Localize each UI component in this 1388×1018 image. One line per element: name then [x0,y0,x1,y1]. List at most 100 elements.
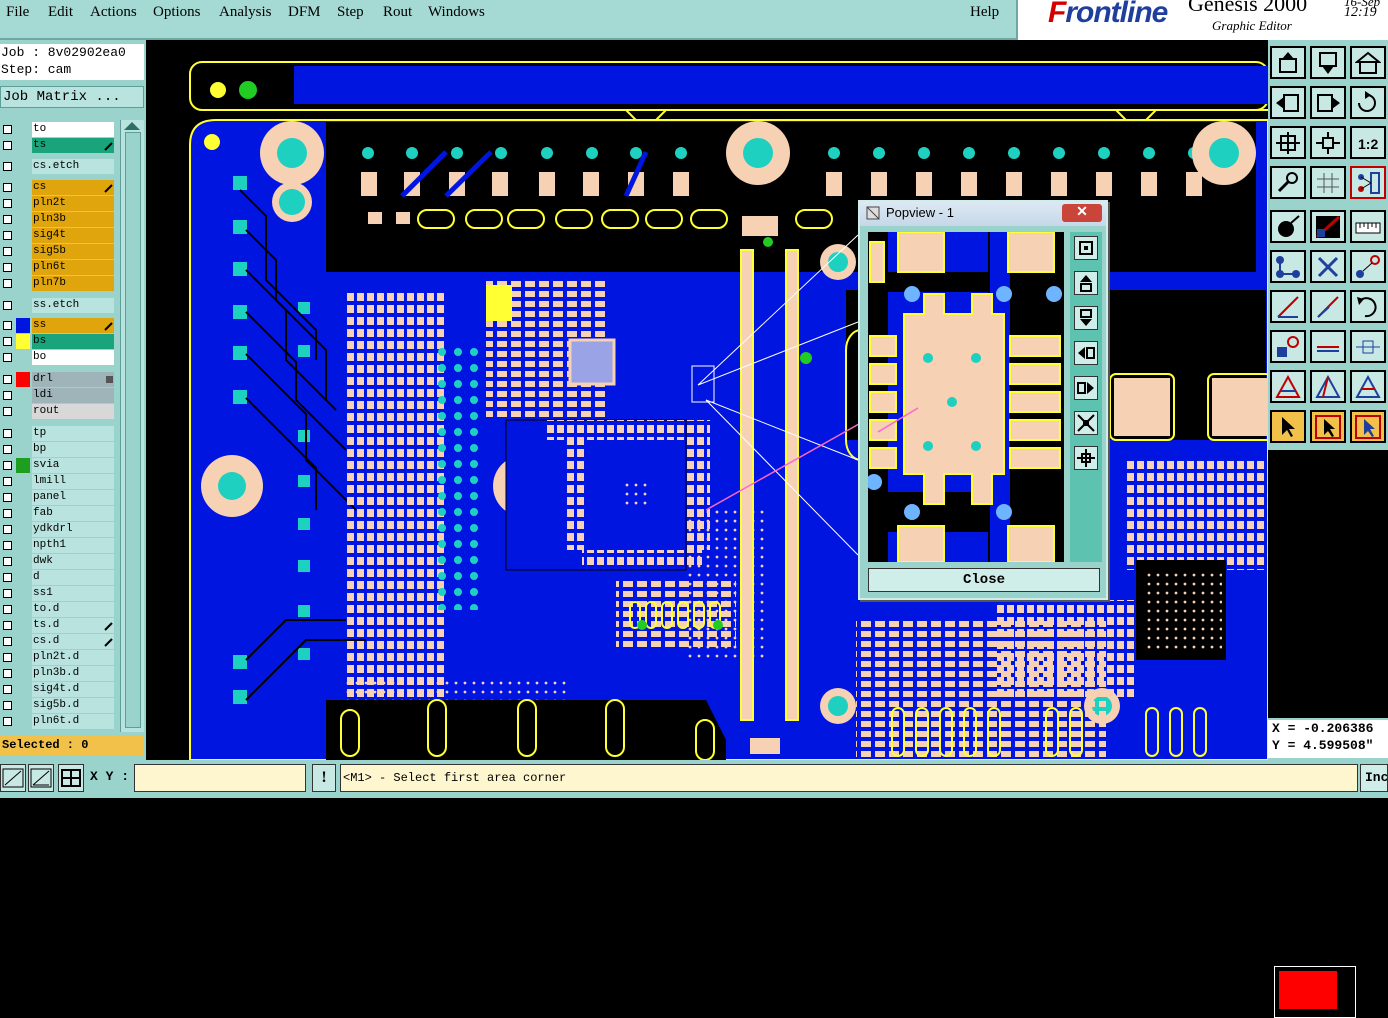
layer-name[interactable]: sig4t.d [32,682,114,697]
layer-checkbox[interactable] [3,125,12,134]
layer-checkbox[interactable] [3,525,12,534]
select-net-button[interactable] [1350,410,1386,443]
layer-checkbox[interactable] [3,141,12,150]
drill-select-button[interactable] [1270,210,1306,243]
triangle-tool-2-button[interactable] [1310,370,1346,403]
layer-name[interactable]: to [32,122,114,137]
layer-checkbox[interactable] [3,353,12,362]
layer-row[interactable]: tp [0,426,118,441]
layer-name[interactable]: pln6t.d [32,714,114,729]
menu-actions[interactable]: Actions [90,4,137,21]
layer-name[interactable]: fab [32,506,114,521]
popview-zoom-view[interactable] [868,232,1064,562]
zoom-ratio-button[interactable]: 1:2 [1350,126,1386,159]
scroll-thumb[interactable] [125,132,141,728]
layer-name[interactable]: npth1 [32,538,114,553]
layer-name[interactable]: sig5b [32,244,114,259]
layer-checkbox[interactable] [3,589,12,598]
layer-checkbox[interactable] [3,541,12,550]
home-view-button[interactable] [1350,46,1386,79]
pan-left-tool-button[interactable] [1270,86,1306,119]
layer-row[interactable]: drl [0,372,118,387]
layer-checkbox[interactable] [3,199,12,208]
layer-name[interactable]: sig4t [32,228,114,243]
layer-name[interactable]: ts [32,138,114,153]
layer-row[interactable]: dwk [0,554,118,569]
popview-zoom-out-button[interactable] [1074,446,1098,470]
undo-arc-button[interactable] [1350,290,1386,323]
layer-name[interactable]: ydkdrl [32,522,114,537]
layer-row[interactable]: sig5b [0,244,118,259]
layer-row[interactable]: bo [0,350,118,365]
layer-row[interactable]: sig4t [0,228,118,243]
layer-name[interactable]: cs.etch [32,159,114,174]
layer-checkbox[interactable] [3,637,12,646]
layer-row[interactable]: ss.etch [0,298,118,313]
layer-scrollbar[interactable] [120,120,144,732]
line-tool-blue-button[interactable] [1310,290,1346,323]
layer-row[interactable]: svia [0,458,118,473]
popview-pan-up-button[interactable] [1074,271,1098,295]
scroll-up-icon[interactable] [121,121,143,131]
menu-windows[interactable]: Windows [428,4,485,21]
redraw-button[interactable] [1350,86,1386,119]
layer-checkbox[interactable] [3,621,12,630]
layer-row[interactable]: pln6t [0,260,118,275]
layer-name[interactable]: pln2t.d [32,650,114,665]
layer-checkbox[interactable] [3,247,12,256]
add-net-button[interactable] [1270,250,1306,283]
layer-row[interactable]: cs.etch [0,159,118,174]
layer-name[interactable]: pln2t [32,196,114,211]
layer-row[interactable]: pln6t.d [0,714,118,729]
layer-color-swatch[interactable] [16,318,30,333]
layer-name[interactable]: rout [32,404,114,419]
layer-name[interactable]: cs.d [32,634,114,649]
layer-row[interactable]: ydkdrl [0,522,118,537]
layer-row[interactable]: sig4t.d [0,682,118,697]
layer-row[interactable]: ldi [0,388,118,403]
layer-name[interactable]: sig5b.d [32,698,114,713]
color-pick-button[interactable] [1310,210,1346,243]
layer-color-swatch[interactable] [16,458,30,473]
popview-window[interactable]: Popview - 1 ✕ Close [858,200,1108,600]
select-arrow-button[interactable] [1270,410,1306,443]
layer-row[interactable]: pln3b [0,212,118,227]
layer-name[interactable]: bp [32,442,114,457]
layer-name[interactable]: bs [32,334,114,349]
menu-options[interactable]: Options [153,4,201,21]
xy-input[interactable] [134,764,306,792]
popview-zoom-in-button[interactable] [1074,411,1098,435]
layer-checkbox[interactable] [3,557,12,566]
layer-checkbox[interactable] [3,685,12,694]
layer-checkbox[interactable] [3,701,12,710]
popview-pan-left-button[interactable] [1074,341,1098,365]
snap-angle-button[interactable] [28,764,54,792]
layer-row[interactable]: ts [0,138,118,153]
layer-checkbox[interactable] [3,493,12,502]
layer-name[interactable]: dwk [32,554,114,569]
layer-name[interactable]: panel [32,490,114,505]
dimension-tool-button[interactable] [1350,330,1386,363]
layer-checkbox[interactable] [3,231,12,240]
layer-checkbox[interactable] [3,477,12,486]
zoom-out-tool-button[interactable] [1310,126,1346,159]
measure-tool-button[interactable] [1270,166,1306,199]
layer-row[interactable]: to [0,122,118,137]
layer-row[interactable]: pln2t [0,196,118,211]
layer-name[interactable]: pln3b [32,212,114,227]
triangle-tool-3-button[interactable] [1350,370,1386,403]
layer-checkbox[interactable] [3,215,12,224]
layer-row[interactable]: panel [0,490,118,505]
layer-name[interactable]: ss [32,318,114,333]
popview-pan-right-button[interactable] [1074,376,1098,400]
layer-row[interactable]: npth1 [0,538,118,553]
pad-tool-button[interactable] [1270,330,1306,363]
message-button[interactable]: ! [312,764,336,792]
layer-row[interactable]: lmill [0,474,118,489]
layer-name[interactable]: to.d [32,602,114,617]
layer-checkbox[interactable] [3,183,12,192]
menu-rout[interactable]: Rout [383,4,412,21]
snap-grid-button[interactable] [58,764,84,792]
layer-checkbox[interactable] [3,375,12,384]
layer-checkbox[interactable] [3,461,12,470]
